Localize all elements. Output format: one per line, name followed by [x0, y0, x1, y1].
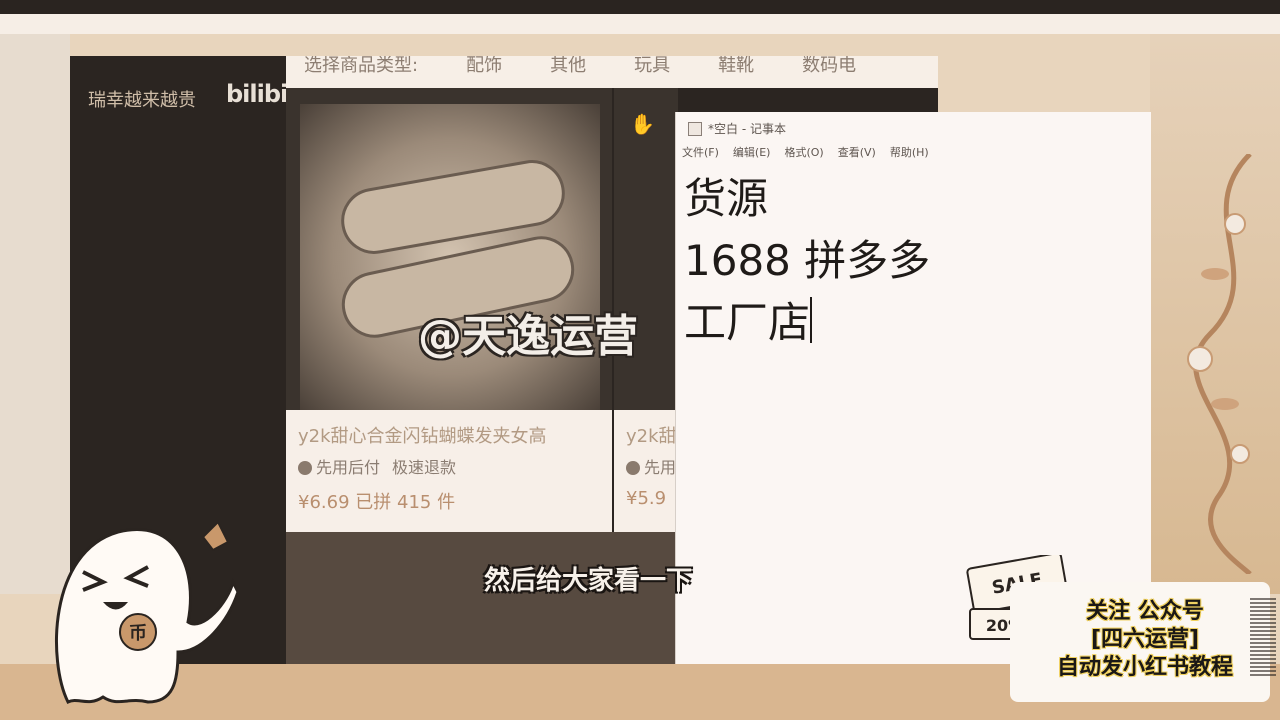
- product-tags: 先用后付 极速退款: [298, 454, 456, 478]
- category-bar: 选择商品类型: 配饰 其他 玩具 鞋靴 数码电: [286, 56, 938, 88]
- category-other[interactable]: 其他: [550, 56, 586, 77]
- text-line: 1688 拼多多: [684, 236, 931, 285]
- notepad-title: *空白 - 记事本: [708, 122, 786, 136]
- top-dark-bar: [0, 0, 1280, 14]
- product-title: y2k甜心合金闪钻蝴蝶发夹女高: [298, 426, 547, 447]
- left-side-panel: [0, 34, 70, 594]
- product-price: ¥6.69: [298, 492, 350, 513]
- category-digital[interactable]: 数码电: [802, 56, 856, 77]
- menu-file[interactable]: 文件(F): [682, 144, 719, 160]
- text-line-with-caret: 工厂店: [684, 297, 813, 347]
- menu-format[interactable]: 格式(O): [784, 144, 823, 160]
- notepad-text-area[interactable]: 货源 1688 拼多多 工厂店: [684, 168, 930, 354]
- category-accessories[interactable]: 配饰: [466, 56, 502, 77]
- category-label: 选择商品类型:: [304, 56, 419, 76]
- follow-line-2: [四六运营]: [1090, 627, 1200, 652]
- subtitle-caption: 然后给大家看一下: [484, 566, 693, 596]
- product-tag-2: 先用: [626, 454, 676, 478]
- follow-line-1: 关注 公众号: [1086, 599, 1204, 624]
- text-caret: [810, 297, 813, 343]
- ghost-mascot-icon: 币: [55, 520, 238, 705]
- pay-later-tag: 先用后付: [298, 454, 380, 478]
- badge-icon: [626, 461, 640, 475]
- flower-vine-icon: [1187, 154, 1252, 574]
- category-toys[interactable]: 玩具: [634, 56, 670, 77]
- product-price-2: ¥5.9: [626, 488, 667, 509]
- notepad-menubar: 文件(F) 编辑(E) 格式(O) 查看(V) 帮助(H): [682, 144, 929, 160]
- top-light-band: [0, 14, 1280, 34]
- notepad-titlebar: *空白 - 记事本: [688, 120, 786, 137]
- product-sold: 已拼 415 件: [355, 492, 456, 513]
- product-card-2[interactable]: y2k甜 先用 ¥5.9: [614, 410, 678, 532]
- menu-view[interactable]: 查看(V): [838, 144, 876, 160]
- product-image-row-2: [286, 532, 678, 664]
- product-price-row: ¥6.69 已拼 415 件: [298, 488, 455, 514]
- video-watermark: 瑞幸越来越贵: [88, 90, 196, 111]
- product-title-2: y2k甜: [626, 426, 677, 447]
- follow-promo-text: 关注 公众号 [四六运营] 自动发小红书教程: [1040, 598, 1250, 682]
- menu-edit[interactable]: 编辑(E): [733, 144, 771, 160]
- notepad-icon: [688, 121, 702, 136]
- menu-help[interactable]: 帮助(H): [890, 144, 929, 160]
- follow-line-3: 自动发小红书教程: [1056, 655, 1233, 680]
- product-card[interactable]: y2k甜心合金闪钻蝴蝶发夹女高 先用后付 极速退款 ¥6.69 已拼 415 件: [286, 410, 612, 532]
- coin-label: 币: [129, 623, 147, 644]
- right-decoration-panel: [1150, 34, 1280, 594]
- refund-tag: 极速退款: [392, 458, 457, 477]
- barcode-icon: [1250, 598, 1276, 678]
- category-shoes[interactable]: 鞋靴: [718, 56, 754, 77]
- handle-overlay: @天逸运营: [418, 311, 638, 362]
- text-line: 货源: [684, 174, 769, 223]
- hand-cursor-icon: ✋: [630, 112, 655, 136]
- product-image: [300, 104, 600, 410]
- badge-icon: [298, 461, 312, 475]
